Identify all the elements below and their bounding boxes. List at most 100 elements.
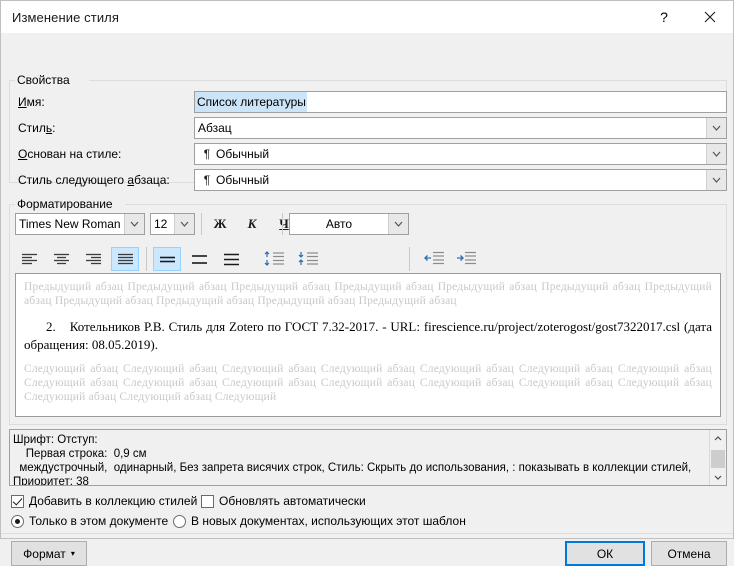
- decrease-indent-icon: [423, 251, 445, 265]
- scrollbar-track[interactable]: [710, 446, 726, 469]
- format-button-label: Формат: [23, 547, 66, 561]
- add-to-gallery-label: Добавить в коллекцию стилей: [29, 494, 197, 508]
- style-preview-pane: Предыдущий абзац Предыдущий абзац Предыд…: [15, 273, 721, 417]
- footer-divider: [1, 533, 733, 534]
- font-name-combo[interactable]: Times New Roman: [15, 213, 145, 235]
- line-spacing-single-icon: [159, 253, 176, 266]
- based-on-combo[interactable]: ¶Обычный: [194, 143, 727, 165]
- style-name-value: Список литературы: [195, 92, 307, 112]
- toolbar-separator: [146, 247, 147, 271]
- decrease-indent-button[interactable]: [419, 246, 449, 270]
- align-justify-icon: [117, 253, 134, 266]
- decrease-spacing-icon: [297, 251, 319, 266]
- align-left-button[interactable]: [15, 247, 43, 271]
- scroll-up-button[interactable]: [710, 430, 726, 446]
- desc-line-3: междустрочный, одинарный, Без запрета ви…: [13, 462, 691, 474]
- scroll-down-button[interactable]: [710, 469, 726, 485]
- font-color-combo[interactable]: Авто: [289, 213, 409, 235]
- based-on-label: Основан на стиле:: [18, 147, 121, 161]
- add-to-gallery-checkbox[interactable]: [11, 495, 24, 508]
- toolbar-separator: [201, 213, 202, 235]
- decrease-paragraph-spacing-button[interactable]: [293, 246, 323, 270]
- dialog-body: Свойства Имя: Список литературы Стиль: А…: [1, 33, 733, 538]
- only-this-document-radio[interactable]: [11, 515, 24, 528]
- cancel-button-label: Отмена: [667, 547, 710, 561]
- new-documents-label: В новых документах, использующих этот ша…: [191, 514, 466, 528]
- cancel-button[interactable]: Отмена: [651, 541, 727, 566]
- line-spacing-single-button[interactable]: [153, 247, 181, 271]
- toolbar-separator: [282, 213, 283, 235]
- close-icon: [704, 11, 716, 23]
- style-type-label: Стиль:: [18, 121, 55, 135]
- align-justify-button[interactable]: [111, 247, 139, 271]
- scrollbar-thumb[interactable]: [711, 450, 725, 468]
- name-label: Имя:: [18, 95, 45, 109]
- new-documents-radio[interactable]: [173, 515, 186, 528]
- style-description-box: Шрифт: Отступ: Первая строка: 0,9 см меж…: [9, 429, 727, 486]
- title-bar-buttons: ?: [641, 1, 733, 33]
- line-spacing-1-5-icon: [191, 253, 208, 266]
- chevron-down-icon[interactable]: [706, 118, 726, 138]
- description-scrollbar[interactable]: [709, 430, 726, 485]
- pilcrow-icon: ¶: [198, 144, 216, 164]
- question-mark-icon: ?: [660, 9, 668, 25]
- preview-sample-paragraph: 2.Котельников Р.В. Стиль для Zotero по Г…: [24, 318, 712, 354]
- style-type-value: Абзац: [195, 118, 706, 138]
- preview-next-paragraph: Следующий абзац Следующий абзац Следующи…: [24, 362, 712, 404]
- bold-button[interactable]: Ж: [207, 212, 233, 236]
- dialog-title: Изменение стиля: [12, 10, 119, 25]
- desc-line-4: Приоритет: 38: [13, 476, 89, 486]
- chevron-down-icon[interactable]: [174, 214, 194, 234]
- help-button[interactable]: ?: [641, 1, 687, 33]
- new-documents-radio-row[interactable]: В новых документах, использующих этот ша…: [173, 514, 466, 528]
- based-on-value: Обычный: [216, 147, 269, 161]
- chevron-down-icon[interactable]: [706, 144, 726, 164]
- font-size-combo[interactable]: 12: [150, 213, 195, 235]
- only-this-document-radio-row[interactable]: Только в этом документе: [11, 514, 168, 528]
- close-button[interactable]: [687, 1, 733, 33]
- modify-style-dialog: Изменение стиля ? Свойства Имя: Список л…: [0, 0, 734, 539]
- ok-button-label: ОК: [597, 547, 613, 561]
- increase-indent-button[interactable]: [451, 246, 481, 270]
- line-spacing-double-icon: [223, 253, 240, 266]
- italic-button[interactable]: К: [239, 212, 265, 236]
- font-name-value: Times New Roman: [16, 214, 124, 234]
- chevron-down-icon[interactable]: [706, 170, 726, 190]
- auto-update-label: Обновлять автоматически: [219, 494, 366, 508]
- auto-update-checkbox[interactable]: [201, 495, 214, 508]
- increase-paragraph-spacing-button[interactable]: [259, 246, 289, 270]
- auto-update-checkbox-row[interactable]: Обновлять автоматически: [201, 494, 366, 508]
- add-to-gallery-checkbox-row[interactable]: Добавить в коллекцию стилей: [11, 494, 197, 508]
- chevron-down-icon[interactable]: [388, 214, 408, 234]
- next-style-label: Стиль следующего абзаца:: [18, 173, 170, 187]
- increase-indent-icon: [455, 251, 477, 265]
- style-description-text: Шрифт: Отступ: Первая строка: 0,9 см меж…: [10, 430, 717, 486]
- desc-line-2: Первая строка: 0,9 см: [13, 448, 147, 460]
- chevron-down-icon: [714, 475, 722, 480]
- desc-line-1: Шрифт: Отступ:: [13, 434, 98, 446]
- style-name-input[interactable]: Список литературы: [194, 91, 727, 113]
- preview-sample-number: 2.: [46, 319, 56, 334]
- line-spacing-double-button[interactable]: [217, 247, 245, 271]
- title-bar: Изменение стиля ?: [1, 1, 733, 33]
- font-color-value: Авто: [290, 214, 388, 234]
- next-style-combo[interactable]: ¶Обычный: [194, 169, 727, 191]
- align-left-icon: [21, 253, 38, 266]
- line-spacing-1-5-button[interactable]: [185, 247, 213, 271]
- align-right-icon: [85, 253, 102, 266]
- format-button[interactable]: Формат▾: [11, 541, 87, 566]
- chevron-down-icon[interactable]: [124, 214, 144, 234]
- style-type-combo[interactable]: Абзац: [194, 117, 727, 139]
- align-right-button[interactable]: [79, 247, 107, 271]
- align-center-icon: [53, 253, 70, 266]
- only-this-document-label: Только в этом документе: [29, 514, 168, 528]
- preview-sample-text: Котельников Р.В. Стиль для Zotero по ГОС…: [24, 319, 712, 352]
- next-style-value: Обычный: [216, 173, 269, 187]
- ok-button[interactable]: ОК: [565, 541, 645, 566]
- font-size-value: 12: [151, 214, 174, 234]
- align-center-button[interactable]: [47, 247, 75, 271]
- pilcrow-icon: ¶: [198, 170, 216, 190]
- preview-previous-paragraph: Предыдущий абзац Предыдущий абзац Предыд…: [24, 280, 712, 308]
- toolbar-separator: [409, 247, 410, 271]
- chevron-up-icon: [714, 436, 722, 441]
